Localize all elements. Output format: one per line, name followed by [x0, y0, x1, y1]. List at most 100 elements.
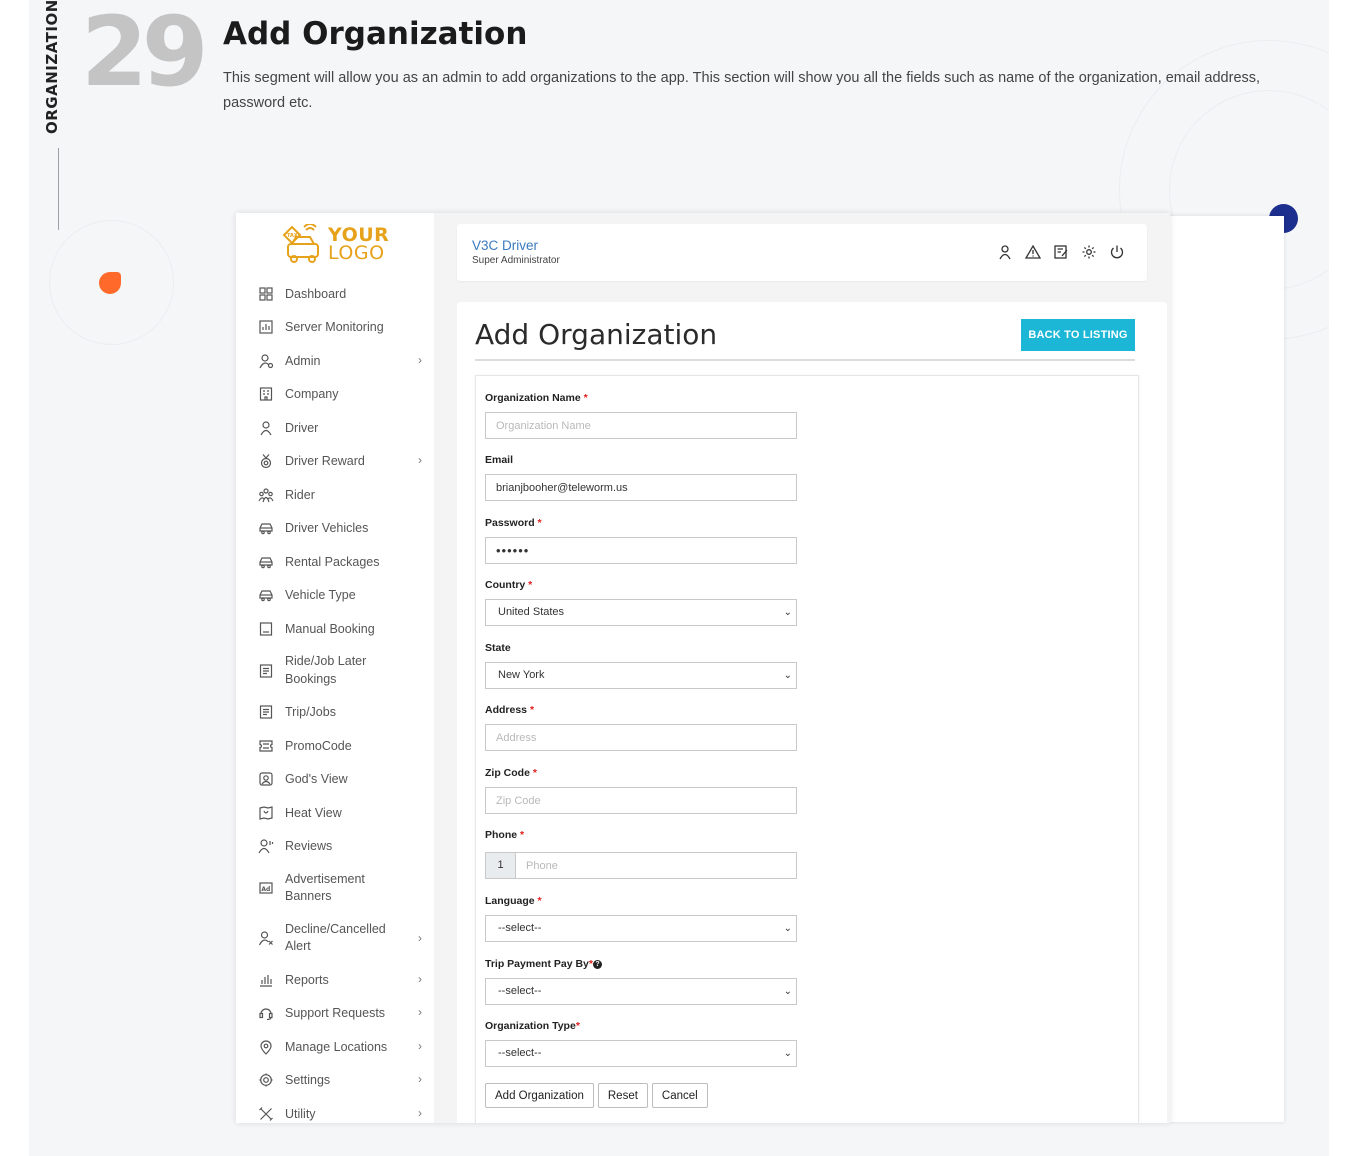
profile-icon[interactable] [997, 244, 1013, 260]
sidebar-item-rental-packages[interactable]: Rental Packages [236, 545, 434, 579]
back-to-listing-button[interactable]: BACK TO LISTING [1021, 319, 1135, 351]
sidebar-item-admin[interactable]: Admin › [236, 344, 434, 378]
sidebar-item-label: Server Monitoring [285, 320, 384, 335]
sidebar-item-heat-view[interactable]: Heat View [236, 796, 434, 830]
chevron-right-icon: › [418, 1038, 422, 1053]
rider-group-icon [258, 487, 274, 503]
ticket-icon [258, 738, 274, 754]
segment-description: This segment will allow you as an admin … [223, 70, 1261, 111]
main-card: Add Organization BACK TO LISTING Organiz… [457, 302, 1167, 1123]
org-name-label: Organization Name [485, 392, 581, 404]
segment-label: ORGANIZATION [43, 0, 61, 134]
add-organization-form: Organization Name * Email Password * Cou… [475, 375, 1139, 1123]
address-input[interactable] [485, 724, 797, 751]
zip-label: Zip Code [485, 767, 530, 779]
booking-icon [258, 621, 274, 637]
logo-line2: LOGO [328, 242, 385, 264]
page-background: ORGANIZATION 29 Add Organization This se… [29, 0, 1329, 1156]
state-select[interactable]: New York ⌄ [485, 662, 797, 689]
admin-user-icon [258, 353, 274, 369]
country-select[interactable]: United States ⌄ [485, 599, 797, 626]
trip-payment-select[interactable]: --select-- ⌄ [485, 978, 797, 1005]
sidebar-item-reviews[interactable]: Reviews [236, 830, 434, 864]
add-organization-button[interactable]: Add Organization [485, 1083, 594, 1108]
sidebar-item-label: PromoCode [285, 738, 352, 753]
sidebar-item-god-s-view[interactable]: God's View [236, 763, 434, 797]
edit-note-icon[interactable] [1053, 244, 1069, 260]
app-window: TAXI YOUR LOGO Dashboard Server Monitorin… [236, 213, 1170, 1123]
user-role: Super Administrator [472, 255, 560, 266]
chevron-right-icon: › [418, 1105, 422, 1120]
chevron-right-icon: › [418, 453, 422, 468]
sidebar-item-settings[interactable]: Settings › [236, 1064, 434, 1098]
country-field: Country * United States ⌄ [485, 579, 797, 626]
taxi-logo-icon: TAXI [282, 224, 319, 263]
sidebar-item-label: God's View [285, 772, 348, 787]
sidebar-item-promocode[interactable]: PromoCode [236, 729, 434, 763]
reset-button[interactable]: Reset [597, 1083, 648, 1108]
sidebar-item-utility[interactable]: Utility › [236, 1097, 434, 1123]
password-input[interactable] [485, 537, 797, 564]
sidebar-item-manage-locations[interactable]: Manage Locations › [236, 1030, 434, 1064]
language-field: Language * --select-- ⌄ [485, 895, 797, 942]
settings-icon[interactable] [1081, 244, 1097, 260]
form-actions: Add Organization Reset Cancel [485, 1083, 708, 1108]
org-name-input[interactable] [485, 412, 797, 439]
org-type-select[interactable]: --select-- ⌄ [485, 1040, 797, 1067]
sidebar-item-driver-vehicles[interactable]: Driver Vehicles [236, 512, 434, 546]
car-icon [258, 554, 274, 570]
sidebar-item-reports[interactable]: Reports › [236, 963, 434, 997]
cancel-button[interactable]: Cancel [651, 1083, 708, 1108]
trip-payment-label: Trip Payment Pay By [485, 958, 589, 970]
sidebar-item-label: Admin [285, 353, 321, 368]
sidebar-item-label: Utility [285, 1106, 316, 1121]
document-icon [258, 704, 274, 720]
chevron-right-icon: › [418, 1005, 422, 1020]
sidebar-item-decline-cancelled-alert[interactable]: Decline/Cancelled Alert › [236, 913, 434, 963]
sidebar-item-ride-job-later-bookings[interactable]: Ride/Job Later Bookings [236, 646, 434, 696]
chevron-down-icon: ⌄ [783, 1048, 792, 1059]
org-type-field: Organization Type* --select-- ⌄ [485, 1020, 797, 1067]
sidebar-item-manual-booking[interactable]: Manual Booking [236, 612, 434, 646]
sidebar-item-label: Advertisement Banners [285, 871, 365, 904]
password-label: Password [485, 517, 535, 529]
alert-icon[interactable] [1025, 244, 1041, 260]
email-label: Email [485, 454, 514, 466]
sidebar-item-advertisement-banners[interactable]: Ad Advertisement Banners [236, 863, 434, 913]
sidebar-item-label: Manage Locations [285, 1039, 388, 1054]
phone-input[interactable] [516, 852, 797, 879]
heat-map-icon [258, 805, 274, 821]
email-input[interactable] [485, 474, 797, 501]
help-icon[interactable]: ? [592, 960, 602, 969]
sidebar-item-company[interactable]: Company [236, 378, 434, 412]
language-select[interactable]: --select-- ⌄ [485, 915, 797, 942]
email-field: Email [485, 454, 797, 501]
sidebar-item-dashboard[interactable]: Dashboard [236, 277, 434, 311]
title-divider [475, 359, 1135, 361]
trip-payment-field: Trip Payment Pay By*? --select-- ⌄ [485, 958, 797, 1005]
sidebar-item-label: Decline/Cancelled Alert [285, 921, 386, 954]
power-icon[interactable] [1109, 244, 1125, 260]
sidebar-item-vehicle-type[interactable]: Vehicle Type [236, 579, 434, 613]
driver-icon [258, 420, 274, 436]
sidebar-item-server-monitoring[interactable]: Server Monitoring [236, 311, 434, 345]
sidebar-item-driver-reward[interactable]: Driver Reward › [236, 445, 434, 479]
sidebar-item-label: Heat View [285, 805, 342, 820]
svg-text:TAXI: TAXI [287, 233, 300, 239]
headset-icon [258, 1005, 274, 1021]
building-icon [258, 386, 274, 402]
sidebar-item-label: Dashboard [285, 286, 347, 301]
sidebar-item-label: Driver Reward [285, 454, 365, 469]
car-icon [258, 587, 274, 603]
sidebar-item-driver[interactable]: Driver [236, 411, 434, 445]
sidebar-item-support-requests[interactable]: Support Requests › [236, 997, 434, 1031]
language-label: Language [485, 895, 535, 907]
bar-chart-icon [258, 972, 274, 988]
chevron-right-icon: › [418, 1072, 422, 1087]
decor-dot [99, 272, 121, 294]
zip-input[interactable] [485, 787, 797, 814]
sidebar-item-label: Ride/Job Later Bookings [285, 654, 367, 686]
sidebar-item-rider[interactable]: Rider [236, 478, 434, 512]
sidebar-item-trip-jobs[interactable]: Trip/Jobs [236, 696, 434, 730]
phone-label: Phone [485, 829, 518, 841]
